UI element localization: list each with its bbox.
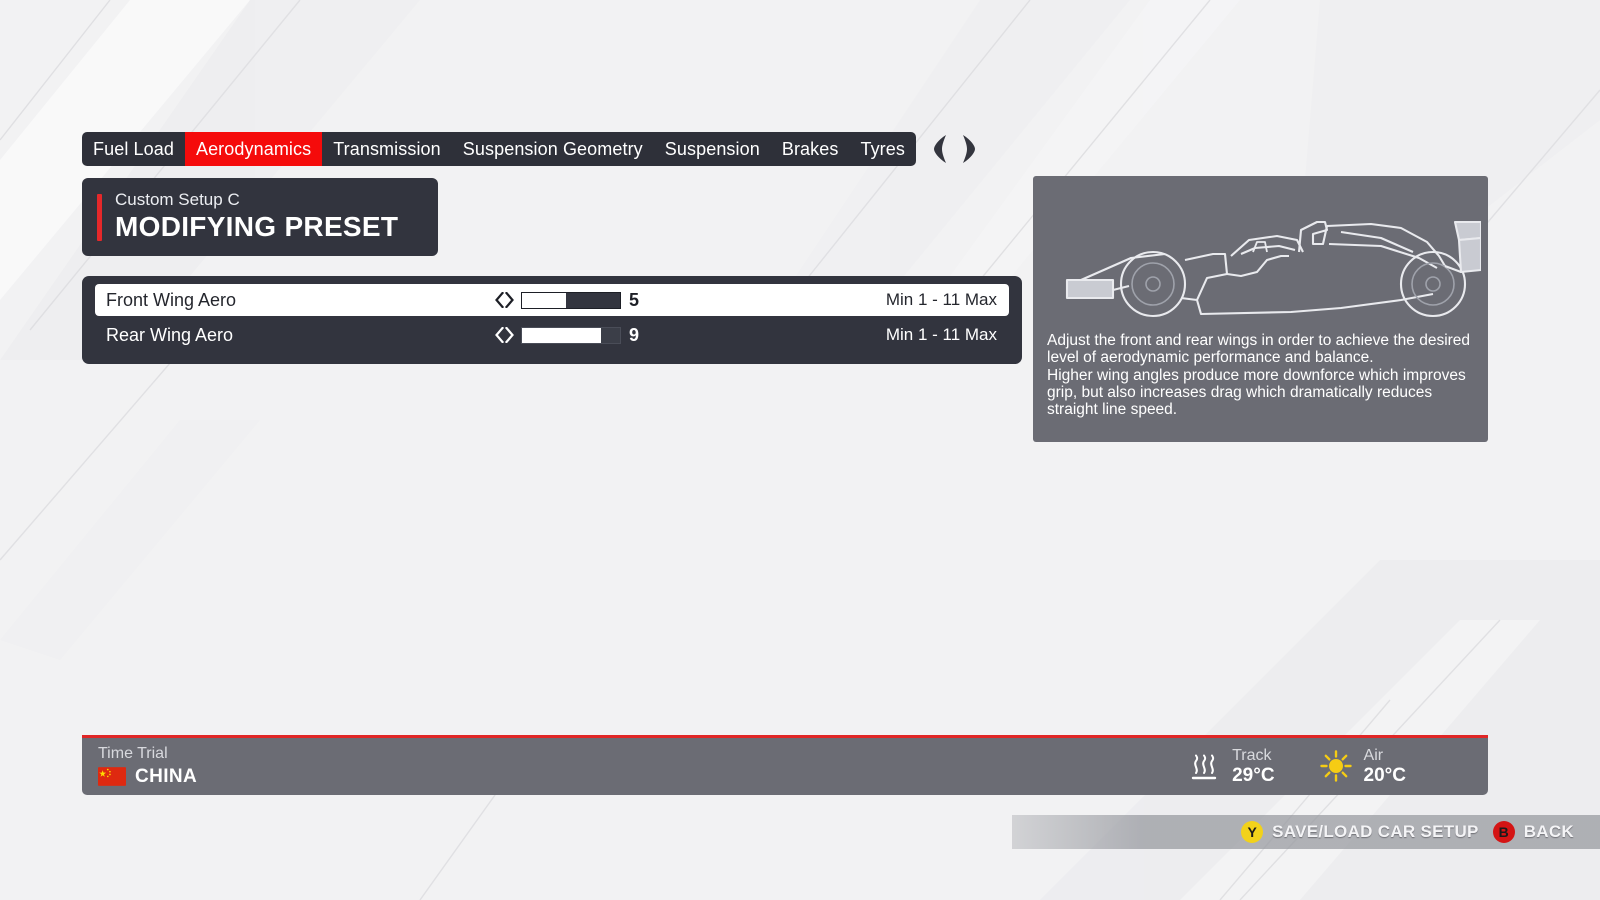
prompt-save-load-car-setup[interactable]: Y SAVE/LOAD CAR SETUP (1241, 821, 1479, 843)
setting-value: 5 (629, 291, 643, 309)
info-description: Adjust the front and rear wings in order… (1033, 328, 1488, 419)
tab-suspension-geometry[interactable]: Suspension Geometry (452, 132, 654, 166)
setting-value: 9 (629, 326, 643, 344)
preset-title: MODIFYING PRESET (115, 211, 398, 243)
air-temperature: Air 20°C (1319, 746, 1406, 788)
info-paragraph-1: Adjust the front and rear wings in order… (1047, 332, 1474, 367)
tab-suspension[interactable]: Suspension (654, 132, 771, 166)
setting-slider-fill (522, 293, 566, 308)
heat-waves-icon (1187, 749, 1221, 783)
chevron-right-icon[interactable] (505, 327, 514, 343)
tab-fuel-load[interactable]: Fuel Load (82, 132, 185, 166)
event-name-row: CHINA (98, 766, 197, 788)
tab-transmission[interactable]: Transmission (322, 132, 452, 166)
setting-row-front-wing-aero[interactable]: Front Wing Aero 5 Min 1 - 11 Max (95, 284, 1009, 316)
tab-label: Transmission (333, 139, 441, 160)
preset-header-card: Custom Setup C MODIFYING PRESET (82, 178, 438, 256)
track-temp-text: Track 29°C (1232, 746, 1274, 788)
car-illustration (1033, 176, 1488, 328)
tab-tyres[interactable]: Tyres (849, 132, 916, 166)
chevron-left-icon[interactable] (495, 327, 504, 343)
tab-label: Fuel Load (93, 139, 174, 160)
prompt-back[interactable]: B BACK (1493, 821, 1574, 843)
tab-brakes[interactable]: Brakes (771, 132, 850, 166)
setting-range: Min 1 - 11 Max (886, 325, 997, 345)
button-y-icon: Y (1241, 821, 1263, 843)
tab-list: Fuel Load Aerodynamics Transmission Susp… (82, 132, 916, 166)
setup-category-tabbar: Fuel Load Aerodynamics Transmission Susp… (82, 132, 976, 166)
setup-settings-panel: Front Wing Aero 5 Min 1 - 11 Max Rear Wi… (82, 276, 1022, 364)
chevron-right-icon[interactable] (505, 292, 514, 308)
preset-text-block: Custom Setup C MODIFYING PRESET (115, 191, 398, 244)
air-temp-value: 20°C (1364, 765, 1406, 788)
chevron-left-icon[interactable] (495, 292, 504, 308)
left-bumper-icon[interactable] (933, 134, 950, 164)
event-status-bar: Time Trial CHINA (82, 735, 1488, 795)
button-prompt-bar: Y SAVE/LOAD CAR SETUP B BACK (1012, 815, 1600, 849)
info-paragraph-2: Higher wing angles produce more downforc… (1047, 367, 1474, 419)
prompt-label: BACK (1524, 822, 1574, 842)
china-flag (98, 767, 126, 786)
tab-label: Suspension Geometry (463, 139, 643, 160)
right-bumper-icon[interactable] (959, 134, 976, 164)
event-name: CHINA (135, 766, 197, 788)
air-temp-label: Air (1364, 746, 1406, 765)
setting-stepper[interactable]: 5 (495, 291, 643, 309)
track-temp-label: Track (1232, 746, 1274, 765)
air-temp-text: Air 20°C (1364, 746, 1406, 788)
event-info: Time Trial CHINA (82, 745, 197, 787)
setting-label: Front Wing Aero (95, 290, 495, 311)
preset-accent-bar (97, 194, 102, 241)
track-temp-value: 29°C (1232, 765, 1274, 788)
info-panel: Adjust the front and rear wings in order… (1033, 176, 1488, 442)
weather-info: Track 29°C Air 20°C (1187, 746, 1488, 788)
tab-label: Aerodynamics (196, 139, 311, 160)
tab-aerodynamics[interactable]: Aerodynamics (185, 132, 322, 166)
setting-slider-track[interactable] (521, 327, 621, 344)
tab-label: Suspension (665, 139, 760, 160)
button-b-icon: B (1493, 821, 1515, 843)
preset-subtitle: Custom Setup C (115, 191, 398, 210)
tab-label: Tyres (860, 139, 905, 160)
setting-range: Min 1 - 11 Max (886, 290, 997, 310)
setting-stepper[interactable]: 9 (495, 326, 643, 344)
tab-label: Brakes (782, 139, 839, 160)
setting-row-rear-wing-aero[interactable]: Rear Wing Aero 9 Min 1 - 11 Max (95, 319, 1009, 351)
prompt-label: SAVE/LOAD CAR SETUP (1272, 822, 1479, 842)
track-temperature: Track 29°C (1187, 746, 1274, 788)
bumper-hints (933, 134, 976, 164)
event-mode-label: Time Trial (98, 745, 197, 763)
sun-icon (1319, 749, 1353, 783)
setting-slider-track[interactable] (521, 292, 621, 309)
setting-label: Rear Wing Aero (95, 325, 495, 346)
setting-slider-fill (522, 328, 601, 343)
